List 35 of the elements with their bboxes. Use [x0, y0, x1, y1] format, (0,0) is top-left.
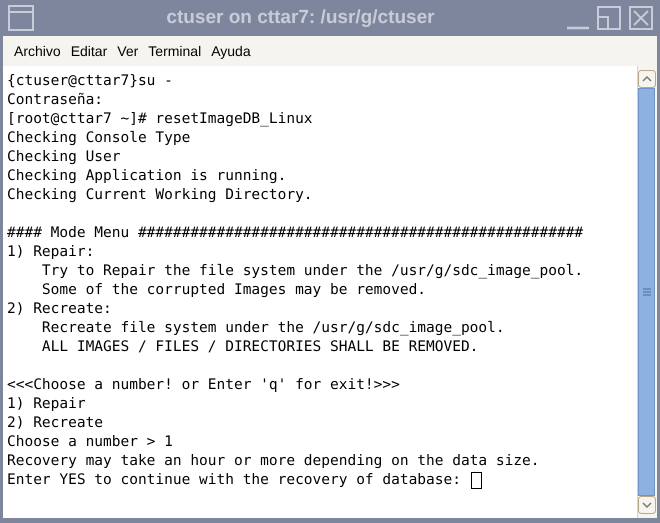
- menu-item[interactable]: Ver: [114, 40, 142, 62]
- terminal-line: Checking Current Working Directory.: [7, 186, 313, 205]
- terminal-line: Contraseña:: [7, 91, 104, 110]
- terminal-line: Enter YES to continue with the recovery of database:: [7, 471, 462, 490]
- menu-item[interactable]: Archivo: [11, 40, 64, 62]
- terminal-line: [root@cttar7 ~]# resetImageDB_Linux: [7, 110, 313, 129]
- terminal-line: Checking Application is running.: [7, 167, 286, 186]
- scroll-up-icon[interactable]: [638, 70, 656, 88]
- scroll-down-icon[interactable]: [638, 496, 656, 514]
- terminal-line: Choose a number > 1: [7, 433, 173, 452]
- window-title: ctuser on cttar7: /usr/g/ctuser: [166, 6, 435, 30]
- terminal-line: 2) Recreate:: [7, 300, 112, 319]
- terminal-line: 2) Recreate: [7, 414, 104, 433]
- terminal-line: Checking Console Type: [7, 129, 190, 148]
- terminal-line: #### Mode Menu ###################################################: [7, 224, 584, 243]
- terminal-line: Recovery may take an hour or more depending on the data size.: [7, 452, 540, 471]
- menu-item[interactable]: Editar: [68, 40, 110, 62]
- grip-icon: [642, 288, 650, 296]
- terminal-line: 1) Repair:: [7, 243, 94, 262]
- terminal-line: ALL IMAGES / FILES / DIRECTORIES SHALL BE REMOVED.: [40, 338, 478, 357]
- menu-item[interactable]: Ayuda: [208, 40, 254, 62]
- terminal-line: Some of the corrupted Images may be removed.: [40, 281, 426, 300]
- close-icon[interactable]: [629, 6, 653, 30]
- scrollbar[interactable]: [637, 66, 657, 518]
- maximize-icon[interactable]: [597, 6, 621, 30]
- terminal-line: 1) Repair: [7, 395, 86, 414]
- scroll-thumb[interactable]: [638, 88, 655, 496]
- terminal-line: Try to Repair the file system under the /usr/g/sdc_image_pool.: [40, 262, 584, 281]
- terminal-line: {ctuser@cttar7}su -: [7, 72, 173, 91]
- menu-item[interactable]: Terminal: [145, 40, 204, 62]
- terminal-line: Checking User: [7, 148, 120, 167]
- terminal-line: <<<Choose a number! or Enter 'q' for exit!>>>: [7, 376, 400, 395]
- cursor: [470, 472, 482, 489]
- window-menu-icon[interactable]: [8, 5, 34, 31]
- terminal-line: Recreate file system under the /usr/g/sdc_image_pool.: [40, 319, 505, 338]
